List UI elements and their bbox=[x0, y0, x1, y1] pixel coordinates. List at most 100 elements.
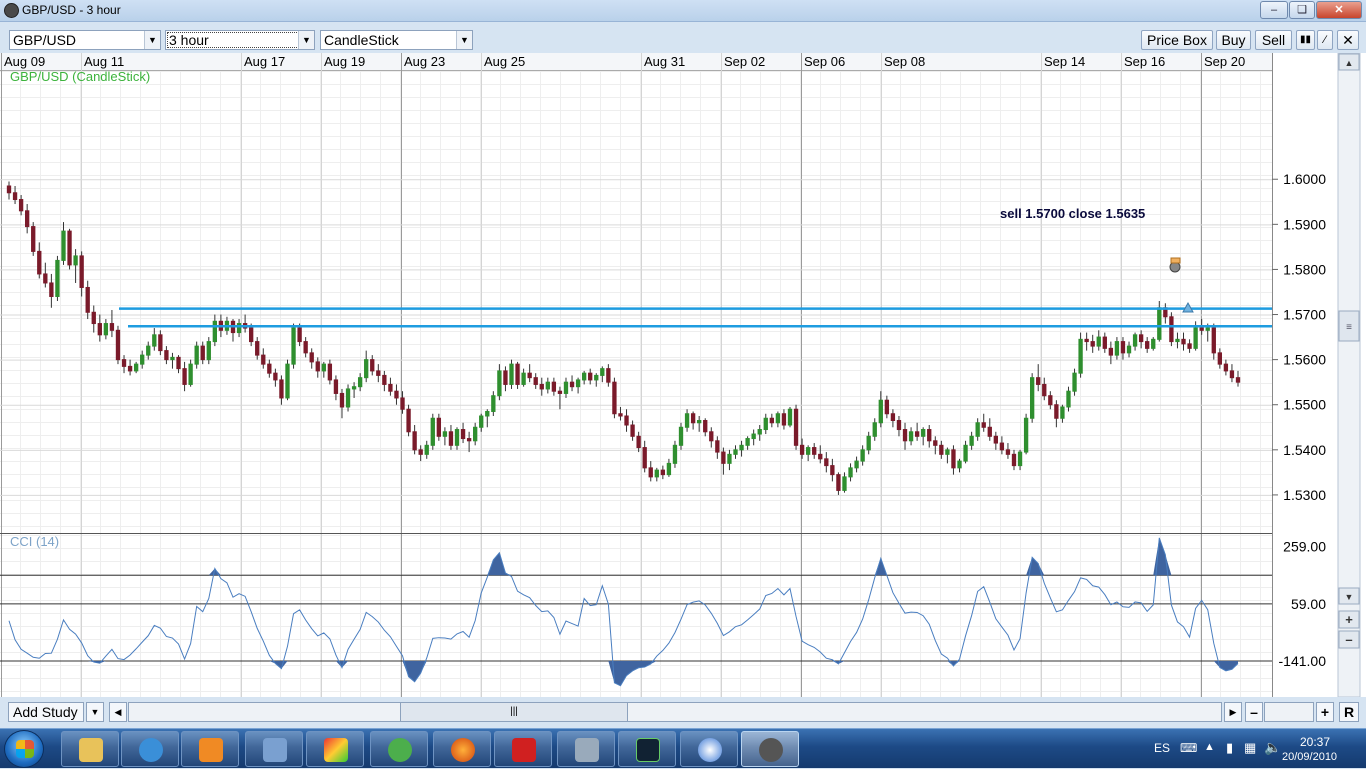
candle-body bbox=[303, 341, 308, 354]
date-tick-label: Aug 11 bbox=[84, 54, 124, 69]
order-flag-icon[interactable] bbox=[1170, 257, 1181, 264]
taskbar-acrobat[interactable] bbox=[494, 731, 552, 767]
taskbar-firefox[interactable] bbox=[433, 731, 491, 767]
date-tick-label: Aug 25 bbox=[484, 54, 525, 69]
candle-body bbox=[890, 413, 896, 422]
close-chart-icon[interactable]: ✕ bbox=[1337, 30, 1359, 50]
taskbar-app-5[interactable] bbox=[306, 731, 364, 767]
candle-body bbox=[67, 230, 72, 266]
candle-body bbox=[18, 199, 24, 212]
date-tick-label: Sep 06 bbox=[804, 54, 845, 69]
clock-date[interactable]: 20/09/2010 bbox=[1282, 751, 1337, 763]
keyboard-icon[interactable]: ⌨ bbox=[1180, 741, 1197, 755]
candle-body bbox=[824, 458, 829, 467]
candle-body bbox=[55, 259, 60, 297]
window-title: GBP/USD - 3 hour bbox=[22, 3, 121, 17]
candle-body bbox=[684, 413, 690, 428]
candle-body bbox=[406, 408, 411, 433]
candle-body bbox=[672, 444, 678, 464]
candle-body bbox=[1096, 336, 1101, 347]
candle-body bbox=[436, 417, 442, 437]
taskbar-network[interactable] bbox=[557, 731, 615, 767]
taskbar-ie[interactable] bbox=[121, 731, 179, 767]
candle-body bbox=[43, 273, 48, 284]
show-hidden-icons-icon[interactable]: ▲ bbox=[1204, 741, 1215, 753]
candle-body bbox=[297, 327, 302, 343]
symbol-select[interactable]: GBP/USD ▼ bbox=[9, 30, 161, 50]
taskbar-messenger[interactable] bbox=[370, 731, 428, 767]
tools-icon bbox=[263, 738, 287, 762]
candle-body bbox=[654, 469, 659, 478]
chevron-down-icon[interactable]: ▼ bbox=[456, 31, 472, 49]
candle-body bbox=[418, 449, 423, 455]
candle-body bbox=[400, 397, 405, 410]
price-tick-label: 1.5800 bbox=[1283, 261, 1326, 277]
chevron-down-icon[interactable]: ▼ bbox=[144, 31, 160, 49]
zoom-in-time-icon[interactable]: + bbox=[1316, 702, 1334, 722]
bar-style-icon[interactable]: ▮▮ bbox=[1296, 30, 1315, 50]
maximize-button[interactable]: ❑ bbox=[1289, 1, 1315, 19]
chart-type-select[interactable]: CandleStick ▼ bbox=[320, 30, 473, 50]
cci-tick-label: -141.00 bbox=[1279, 653, 1327, 669]
zoom-track[interactable] bbox=[1264, 702, 1314, 722]
candle-body bbox=[612, 381, 617, 415]
candle-body bbox=[945, 449, 950, 455]
volume-icon[interactable]: 🔈 bbox=[1264, 739, 1281, 756]
candle-body bbox=[799, 444, 805, 455]
candle-body bbox=[1175, 338, 1180, 343]
draw-line-icon[interactable]: ∕ bbox=[1317, 30, 1333, 50]
scroll-left-icon[interactable]: ◀ bbox=[109, 702, 127, 722]
candle-body bbox=[1193, 327, 1198, 349]
candle-body bbox=[678, 426, 684, 446]
candle-body bbox=[914, 431, 920, 437]
vertical-scrollbar[interactable]: ▲ ≡ ▼ + – bbox=[1337, 53, 1361, 697]
candle-body bbox=[357, 377, 363, 388]
arrow-down-icon: ▼ bbox=[1345, 592, 1354, 602]
device-icon[interactable]: ▮ bbox=[1226, 740, 1233, 756]
start-button[interactable] bbox=[4, 730, 44, 768]
candle-body bbox=[152, 334, 157, 347]
arrow-up-icon: ▲ bbox=[1345, 58, 1354, 68]
minimize-button[interactable]: – bbox=[1260, 1, 1288, 19]
candle-body bbox=[1211, 327, 1216, 354]
horizontal-scroll-track[interactable] bbox=[128, 702, 1222, 722]
clock-time[interactable]: 20:37 bbox=[1300, 735, 1330, 749]
close-button[interactable]: ✕ bbox=[1316, 1, 1362, 19]
network-icon[interactable]: ▦ bbox=[1244, 740, 1256, 756]
cci-label: CCI (14) bbox=[10, 534, 59, 549]
price-chart[interactable]: 1.6000 1.5900 1.5800 1.5700 1.5600 1.5500 1.54… bbox=[0, 53, 1366, 697]
candle-body bbox=[957, 460, 962, 469]
taskbar-app-11[interactable] bbox=[680, 731, 738, 767]
chevron-down-icon[interactable]: ▼ bbox=[298, 31, 314, 49]
taskbar-app-4[interactable] bbox=[245, 731, 303, 767]
candle-body bbox=[109, 323, 115, 331]
candle-body bbox=[618, 413, 623, 417]
candle-body bbox=[267, 363, 272, 374]
interval-select[interactable]: 3 hour ▼ bbox=[165, 30, 315, 50]
candle-body bbox=[1199, 327, 1204, 331]
taskbar-chart-app[interactable] bbox=[618, 731, 676, 767]
zoom-out-time-icon[interactable]: – bbox=[1245, 702, 1263, 722]
add-study-button[interactable]: Add Study bbox=[8, 702, 84, 722]
firefox-icon bbox=[451, 738, 475, 762]
candle-body bbox=[1126, 345, 1132, 354]
sell-button[interactable]: Sell bbox=[1255, 30, 1292, 50]
taskbar-media-player[interactable] bbox=[181, 731, 239, 767]
grip-icon: ≡ bbox=[1346, 322, 1352, 333]
reset-button[interactable]: R bbox=[1339, 702, 1359, 722]
candle-body bbox=[715, 440, 720, 453]
taskbar-explorer[interactable] bbox=[61, 731, 119, 767]
price-box-button[interactable]: Price Box bbox=[1141, 30, 1213, 50]
minus-icon: – bbox=[1345, 632, 1352, 647]
horizontal-scroll-thumb[interactable]: ||| bbox=[400, 702, 628, 722]
chevron-down-icon[interactable]: ▼ bbox=[86, 702, 104, 722]
candle-body bbox=[24, 210, 30, 228]
language-indicator[interactable]: ES bbox=[1154, 741, 1170, 755]
buy-button[interactable]: Buy bbox=[1216, 30, 1251, 50]
candle-body bbox=[812, 447, 817, 455]
taskbar-trading-platform[interactable] bbox=[741, 731, 799, 767]
candle-body bbox=[309, 352, 314, 363]
candle-body bbox=[908, 431, 914, 442]
scroll-right-icon[interactable]: ▶ bbox=[1224, 702, 1242, 722]
candle-body bbox=[345, 388, 351, 408]
